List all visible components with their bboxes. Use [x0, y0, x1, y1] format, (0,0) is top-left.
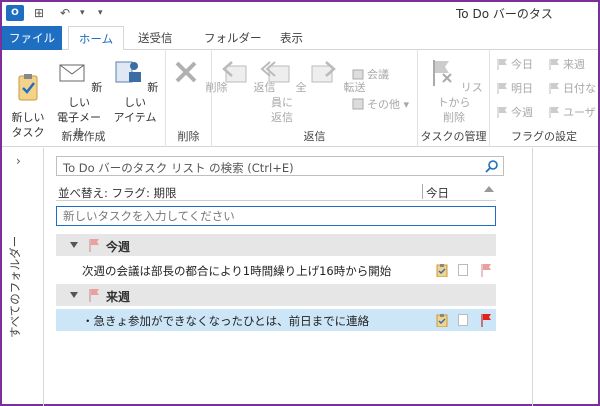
flag-today-label: 今日 [511, 58, 533, 71]
window-title: To Do バーのタス [456, 7, 553, 21]
sort-header: 並べ替え: フラグ: 期限 今日 [56, 183, 496, 201]
search-placeholder: To Do バーのタスク リスト の検索 (Ctrl+E) [63, 161, 294, 175]
group-new-label: 新規作成 [61, 130, 106, 143]
collapse-triangle-icon[interactable] [70, 242, 78, 248]
collapse-triangle-icon[interactable] [70, 292, 78, 298]
task-row[interactable]: ・急きょ参加ができなくなったひとは、前日までに連絡 [56, 309, 496, 331]
tab-file[interactable]: ファイル [2, 26, 62, 50]
flag-custom-label: ユーザ [563, 106, 596, 119]
column-separator [422, 184, 423, 199]
reading-pane [532, 148, 598, 406]
meeting-label: 会議 [367, 68, 389, 81]
reply-all-icon [260, 61, 290, 83]
reply-button[interactable]: 返信 [218, 56, 276, 95]
task-subject: ・急きょ参加ができなくなったひとは、前日までに連絡 [82, 314, 370, 328]
flag-icon [89, 239, 99, 252]
group-reply: 返信 全員に 返信 転送 会議 その他 ▾ 返信 [212, 50, 418, 147]
more-label: その他 [367, 98, 400, 111]
flag-remove-icon [433, 60, 452, 86]
new-items-icon [115, 61, 141, 83]
send-receive-icon[interactable]: ⊞ [34, 6, 44, 20]
group-flag: 今日 明日 今週 来週 日付な ユーザ フラグの設定 [490, 50, 598, 147]
flag-icon[interactable] [480, 313, 492, 327]
task-complete-checkbox[interactable] [458, 264, 468, 276]
delete-x-icon [175, 61, 197, 83]
tab-home[interactable]: ホーム [68, 26, 124, 51]
task-clipboard-icon [436, 314, 448, 327]
group-new: 新しい タスク 新しい 電子メール 新しい アイテム 新規作成 [2, 50, 166, 147]
flag-icon[interactable] [480, 263, 492, 277]
meeting-icon [352, 69, 364, 80]
title-bar: O ⊞ ↶ ▾ ▾ To Do バーのタス [2, 2, 598, 24]
flag-today-button[interactable]: 今日 [496, 56, 533, 74]
outlook-logo-icon: O [6, 5, 24, 21]
tab-folder[interactable]: フォルダー [198, 26, 268, 50]
group-delete-label: 削除 [177, 130, 200, 143]
flag-next-week-label: 来週 [563, 58, 585, 71]
flag-this-week-button[interactable]: 今週 [496, 104, 533, 122]
chevron-right-icon[interactable]: › [16, 154, 21, 168]
undo-icon[interactable]: ↶ [60, 6, 70, 20]
forward-icon [311, 61, 336, 83]
sort-ascending-icon[interactable] [484, 186, 494, 192]
task-subject: 次週の会議は部長の都合により1時間繰り上げ16時から開始 [82, 264, 392, 278]
clipboard-check-icon [18, 74, 38, 101]
remove-from-list-button[interactable]: リストから 削除 [424, 56, 484, 125]
flag-custom-button[interactable]: ユーザ [548, 104, 596, 122]
new-task-input[interactable] [57, 207, 495, 225]
flag-icon [549, 107, 559, 118]
group-flag-label: フラグの設定 [511, 130, 577, 143]
group-header-this-week[interactable]: 今週 [56, 234, 496, 256]
customize-qat-icon[interactable]: ▾ [98, 8, 103, 18]
group-manage-task: リストから 削除 タスクの管理 [418, 50, 490, 147]
flag-this-week-label: 今週 [511, 106, 533, 119]
ribbon: 新しい タスク 新しい 電子メール 新しい アイテム 新規作成 削除 削除 返信… [2, 50, 598, 147]
flag-icon [497, 59, 507, 70]
flag-icon [89, 289, 99, 302]
flag-tomorrow-label: 明日 [511, 82, 533, 95]
new-task-input-box[interactable] [56, 206, 496, 226]
search-icon[interactable] [485, 159, 499, 173]
group-name: 来週 [106, 290, 131, 304]
sort-column-label[interactable]: 今日 [426, 185, 449, 201]
group-reply-label: 返信 [303, 130, 326, 143]
forward-button[interactable]: 転送 [308, 56, 366, 95]
all-folders-label[interactable]: すべてのフォルダー [7, 236, 23, 338]
group-delete: 削除 削除 [166, 50, 228, 147]
delete-button[interactable]: 削除 [170, 56, 228, 95]
meeting-button[interactable]: 会議 [352, 66, 389, 84]
new-item-button[interactable]: 新しい アイテム [110, 56, 160, 125]
flag-tomorrow-button[interactable]: 明日 [496, 80, 533, 98]
flag-icon [497, 107, 507, 118]
group-header-next-week[interactable]: 来週 [56, 284, 496, 306]
reply-all-button[interactable]: 全員に 返信 [260, 56, 307, 125]
flag-icon [549, 83, 559, 94]
envelope-icon [59, 64, 85, 82]
flag-no-date-label: 日付な [563, 82, 596, 95]
task-complete-checkbox[interactable] [458, 314, 468, 326]
tab-send-receive[interactable]: 送受信 [132, 26, 179, 50]
tab-view[interactable]: 表示 [274, 26, 309, 50]
flag-icon [497, 83, 507, 94]
flag-next-week-button[interactable]: 来週 [548, 56, 585, 74]
sort-label[interactable]: 並べ替え: フラグ: 期限 [58, 185, 177, 201]
more-icon [352, 98, 364, 110]
more-reply-button[interactable]: その他 ▾ [352, 96, 409, 114]
task-search-box[interactable]: To Do バーのタスク リスト の検索 (Ctrl+E) [56, 156, 504, 176]
flag-icon [549, 59, 559, 70]
flag-no-date-button[interactable]: 日付な [548, 80, 596, 98]
undo-dropdown-icon[interactable]: ▾ [80, 8, 85, 18]
task-row[interactable]: 次週の会議は部長の都合により1時間繰り上げ16時から開始 [56, 259, 496, 281]
group-name: 今週 [106, 240, 131, 254]
reply-icon [222, 61, 247, 83]
folder-pane-collapsed[interactable]: › すべてのフォルダー [2, 148, 44, 406]
ribbon-tabs: ファイル ホーム 送受信 フォルダー 表示 [2, 26, 598, 51]
task-clipboard-icon [436, 264, 448, 277]
group-manage-label: タスクの管理 [420, 130, 487, 143]
